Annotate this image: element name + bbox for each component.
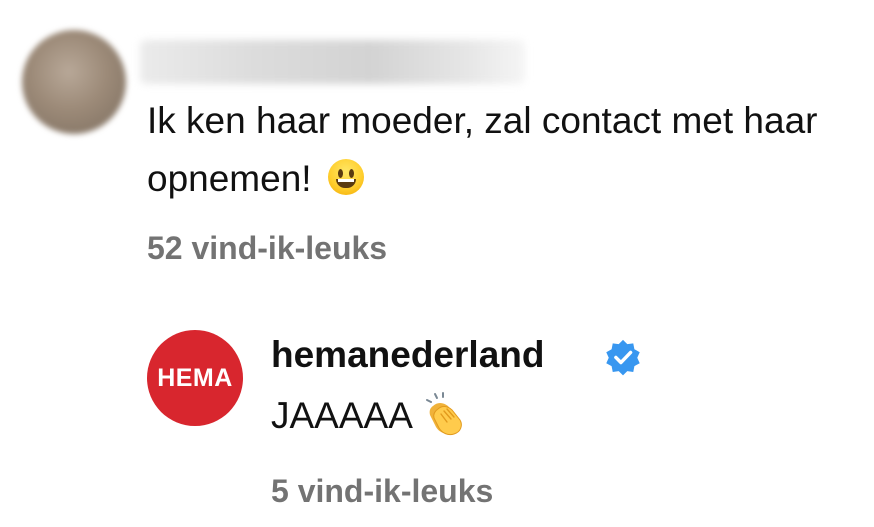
username-redacted [140,40,525,84]
comment: Ik ken haar moeder, zal contact met haar… [0,0,874,290]
username[interactable]: hemanederland [271,334,544,376]
avatar-logo-text: HEMA [157,363,233,392]
comment-text: Ik ken haar moeder, zal contact met haar… [147,92,867,208]
comment-body: Ik ken haar moeder, zal contact met haar… [147,100,818,199]
reply-body: JAAAAA [271,395,411,436]
smiling-face-icon [327,159,364,195]
verified-badge-icon [606,339,640,376]
avatar[interactable] [22,30,126,134]
clapping-hands-icon [426,392,462,436]
likes-count[interactable]: 52 vind-ik-leuks [147,230,387,267]
reply-text: JAAAAA [271,392,467,438]
likes-count[interactable]: 5 vind-ik-leuks [271,473,493,510]
avatar[interactable]: HEMA [147,330,243,426]
comments-thread: Ik ken haar moeder, zal contact met haar… [0,0,874,527]
